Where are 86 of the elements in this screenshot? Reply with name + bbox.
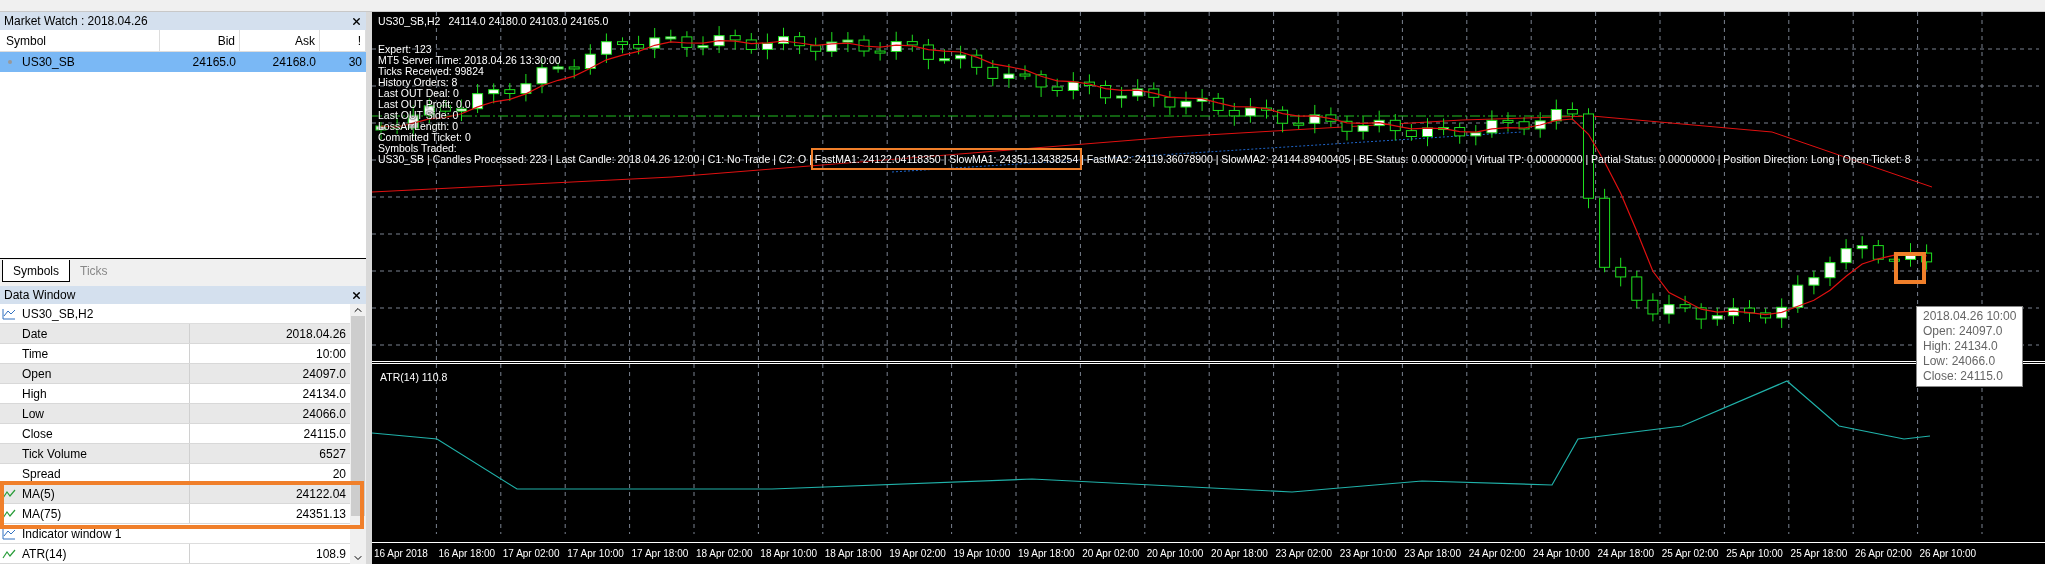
time-axis-label: 18 Apr 18:00 [823,547,883,561]
indicator-icon [2,488,16,499]
time-axis-label: 19 Apr 10:00 [952,547,1012,561]
close-icon[interactable] [351,15,362,27]
expert-info-line: Expert: 123 [378,44,432,55]
column-header[interactable]: Bid [160,30,240,51]
time-axis-label: 23 Apr 18:00 [1403,547,1462,561]
close-icon[interactable] [351,289,362,301]
field-label: Open [22,365,52,383]
line-chart-icon [2,527,16,540]
field-label: ATR(14) [22,545,67,563]
column-header[interactable]: Ask [240,30,320,51]
chart-ohlc: 24114.0 24180.0 24103.0 24165.0 [448,16,609,27]
expert-info-line: Ticks Received: 99824 [378,66,484,77]
scrollbar[interactable] [350,304,366,564]
symbol-row[interactable]: US30_SB 24165.0 24168.0 30 [0,52,366,72]
tooltip-line: Open: 24097.0 [1923,324,2004,339]
field-value: 24134.0 [301,385,347,403]
ask-price: 24168.0 [271,54,317,71]
time-axis-label: 17 Apr 10:00 [566,547,625,561]
time-axis-label: 25 Apr 10:00 [1725,547,1784,561]
time-axis-label: 16 Apr 2018 [373,547,429,561]
time-axis-label: 18 Apr 10:00 [759,547,819,561]
expert-info-line: MT5 Server Time: 2018.04.26 13:30:00 [378,55,561,66]
time-axis-label: 18 Apr 02:00 [694,547,754,561]
expert-info-line: Last OUT Deal: 0 [378,88,459,99]
time-axis-label: 26 Apr 02:00 [1854,547,1913,561]
time-axis-label: 20 Apr 02:00 [1081,547,1140,561]
field-label: MA(75) [22,505,62,523]
indicator-label: ATR(14) 110.8 [380,370,448,385]
scrollbar-thumb[interactable] [351,316,365,516]
time-axis-label: 24 Apr 02:00 [1467,547,1527,561]
field-value: 20 [331,465,347,483]
field-value: 6527 [318,445,347,463]
time-axis-label: 16 Apr 18:00 [437,547,497,561]
field-value: 24066.0 [301,405,347,423]
time-axis-label: 19 Apr 18:00 [1016,547,1076,561]
time-axis-label: 17 Apr 02:00 [501,547,561,561]
field-label: Tick Volume [22,445,87,463]
spread-value: 30 [347,54,363,71]
field-value: 24115.0 [302,425,347,443]
symbol-name: US30_SB [22,54,75,71]
field-value: 108.9 [314,545,347,563]
field-label: Time [22,345,49,363]
field-label: Close [22,425,53,443]
column-header[interactable]: ! [320,30,366,51]
time-axis-label: 20 Apr 10:00 [1145,547,1205,561]
field-label: Date [22,325,48,343]
tooltip-line: Close: 24115.0 [1923,369,2004,384]
field-value: 24097.0 [301,365,347,383]
tooltip-line: High: 24134.0 [1923,339,1999,354]
indicator-icon [2,508,16,519]
tooltip-line: Low: 24066.0 [1923,354,1997,369]
panel-tab[interactable]: Symbols [2,260,70,282]
time-axis-label: 25 Apr 02:00 [1660,547,1720,561]
expert-info-line: History Orders: 8 [378,77,458,88]
field-value: 10:00 [314,345,347,363]
tooltip-line: 2018.04.26 10:00 [1923,309,2017,324]
indicator-icon [2,548,16,559]
time-axis-label: 24 Apr 10:00 [1532,547,1591,561]
field-label: High [22,385,47,403]
line-chart-icon [2,307,16,320]
time-axis-label: 17 Apr 18:00 [630,547,690,561]
bid-price: 24165.0 [191,54,237,71]
time-axis-label: 25 Apr 18:00 [1789,547,1849,561]
panel-title: Data Window [4,287,76,304]
field-label: Spread [22,465,61,483]
panel-title: Market Watch : 2018.04.26 [4,13,148,30]
field-label: Low [22,405,44,423]
field-label: MA(5) [22,485,55,503]
time-axis-label: 23 Apr 10:00 [1338,547,1398,561]
expert-info-line: Committed Ticket: 0 [378,132,471,143]
time-axis-label: 23 Apr 02:00 [1274,547,1334,561]
time-axis-label: 24 Apr 18:00 [1596,547,1656,561]
field-value: 2018.04.26 [284,325,347,343]
time-axis-label: 26 Apr 10:00 [1918,547,1978,561]
time-axis-label: 20 Apr 18:00 [1210,547,1269,561]
expert-info-line: Symbols Traded: [378,143,457,154]
series-label: Indicator window 1 [22,525,122,543]
column-header[interactable]: Symbol [0,30,160,51]
chart-symbol: US30_SB,H2 [378,16,441,27]
time-axis-label: 19 Apr 02:00 [888,547,947,561]
field-value: 24351.13 [294,505,347,523]
highlight-frame [1894,252,1926,284]
series-label: US30_SB,H2 [22,305,94,323]
field-value: 24122.04 [294,485,347,503]
